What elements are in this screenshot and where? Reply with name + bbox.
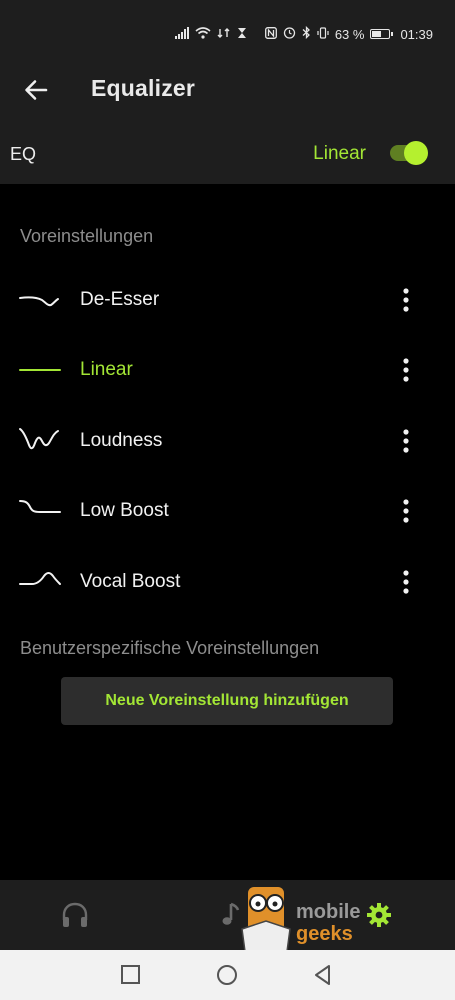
hourglass-icon [237, 27, 247, 42]
eq-toggle[interactable] [390, 140, 430, 166]
battery-level [372, 31, 382, 37]
preset-name: De-Esser [80, 289, 160, 310]
status-icons: 63 % 01:39 [174, 24, 433, 44]
battery-icon [370, 29, 394, 39]
system-nav-bar [0, 950, 455, 1000]
square-recents-icon[interactable] [118, 962, 144, 988]
more-vert-icon[interactable] [394, 284, 418, 316]
preset-loudness[interactable]: Loudness [0, 413, 455, 469]
preset-vocal-boost[interactable]: Vocal Boost [0, 554, 455, 610]
more-vert-icon[interactable] [394, 566, 418, 598]
status-time: 01:39 [400, 26, 433, 42]
preset-linear[interactable]: Linear [0, 342, 455, 398]
vocal-boost-curve-icon [19, 572, 61, 585]
toggle-knob [404, 141, 428, 165]
preset-name: Loudness [80, 430, 163, 451]
triangle-back-icon[interactable] [310, 962, 336, 988]
arrow-left-icon [25, 80, 48, 100]
loudness-curve-icon [19, 428, 59, 450]
preset-name: Low Boost [80, 500, 169, 521]
app-bar: Equalizer [0, 64, 455, 118]
back-button[interactable] [20, 76, 52, 104]
eq-current-preset: Linear [313, 143, 366, 164]
vibrate-icon [317, 26, 329, 42]
eq-row: EQ Linear [0, 118, 455, 184]
alarm-icon [283, 26, 296, 42]
add-preset-button[interactable]: Neue Voreinstellung hinzufügen [61, 677, 393, 725]
headphones-icon[interactable] [58, 898, 92, 932]
presets-section-label: Voreinstellungen [20, 226, 154, 246]
status-bar: 63 % 01:39 [0, 0, 455, 64]
preset-low-boost[interactable]: Low Boost [0, 483, 455, 539]
low-boost-curve-icon [19, 500, 61, 513]
preset-de-esser[interactable]: De-Esser [0, 272, 455, 328]
wifi-icon [195, 26, 211, 42]
custom-section-label: Benutzerspezifische Voreinstellungen [20, 638, 320, 658]
eq-label: EQ [10, 144, 37, 164]
bluetooth-icon [302, 25, 311, 42]
more-vert-icon[interactable] [394, 495, 418, 527]
watermark-geeks: geeks [296, 923, 353, 945]
circle-home-icon[interactable] [214, 962, 240, 988]
more-vert-icon[interactable] [394, 354, 418, 386]
de-esser-curve-icon [19, 296, 59, 307]
data-transfer-icon [217, 27, 231, 42]
battery-percent: 63 % [334, 26, 365, 42]
page-title: Equalizer [91, 75, 196, 101]
linear-curve-icon [19, 369, 61, 371]
nfc-icon [264, 26, 277, 42]
preset-name: Linear [80, 359, 133, 380]
more-vert-icon[interactable] [394, 425, 418, 457]
watermark-mobile: mobile [296, 901, 361, 923]
watermark-text: mobile geeks [296, 901, 360, 945]
signal-icon [174, 26, 189, 42]
preset-name: Vocal Boost [80, 571, 181, 592]
